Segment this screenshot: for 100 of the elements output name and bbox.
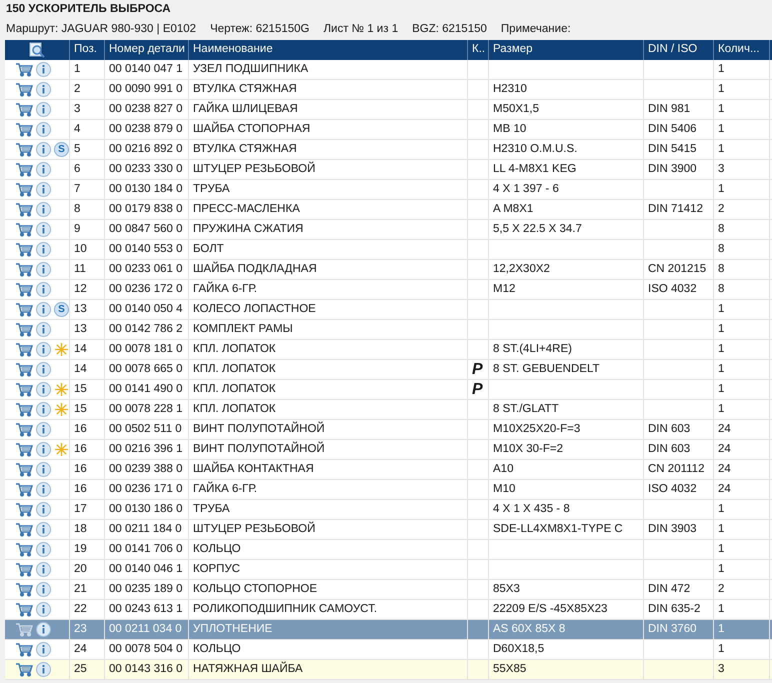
info-icon[interactable] (36, 642, 51, 657)
table-row[interactable]: 16 00 0216 396 1 ВИНТ ПОЛУПОТАЙНОЙ M10X 30-F=2 DIN 603 24 (5, 440, 772, 460)
cart-icon[interactable] (15, 662, 33, 677)
table-row[interactable]: 15 00 0078 228 1 КПЛ. ЛОПАТОК 8 ST./GLATT 1 (5, 400, 772, 420)
cart-icon[interactable] (15, 202, 33, 217)
cart-icon[interactable] (15, 82, 33, 97)
cart-icon[interactable] (15, 382, 33, 397)
cart-icon[interactable] (15, 362, 33, 377)
info-icon[interactable] (36, 562, 51, 577)
info-icon[interactable] (36, 242, 51, 257)
cart-icon[interactable] (15, 282, 33, 297)
cart-icon[interactable] (15, 222, 33, 237)
info-icon[interactable] (36, 582, 51, 597)
info-icon[interactable] (36, 502, 51, 517)
info-icon[interactable] (36, 142, 51, 157)
cart-icon[interactable] (15, 582, 33, 597)
table-row[interactable]: 14 00 0078 665 0 КПЛ. ЛОПАТОК P 8 ST. GEBUENDELT 1 (5, 360, 772, 380)
table-row[interactable]: 9 00 0847 560 0 ПРУЖИНА СЖАТИЯ 5,5 X 22.5 X 34.7 8 (5, 220, 772, 240)
cart-icon[interactable] (15, 502, 33, 517)
cart-icon[interactable] (15, 422, 33, 437)
info-icon[interactable] (36, 162, 51, 177)
info-icon[interactable] (36, 182, 51, 197)
info-icon[interactable] (36, 342, 51, 357)
info-icon[interactable] (36, 662, 51, 677)
table-row[interactable]: 20 00 0140 046 1 КОРПУС 1 (5, 560, 772, 580)
s-badge[interactable]: S (54, 142, 69, 157)
table-row[interactable]: 21 00 0235 189 0 КОЛЬЦО СТОПОРНОЕ 85X3 DIN 472 2 (5, 580, 772, 600)
table-row[interactable]: 3 00 0238 827 0 ГАЙКА ШЛИЦЕВАЯ M50X1,5 DIN 981 1 (5, 100, 772, 120)
cart-icon[interactable] (15, 242, 33, 257)
info-icon[interactable] (36, 282, 51, 297)
table-row[interactable]: 18 00 0211 184 0 ШТУЦЕР РЕЗЬБОВОЙ SDE-LL4XM8X1-TYPE C DIN 3903 1 (5, 520, 772, 540)
table-row[interactable]: 1 00 0140 047 1 УЗЕЛ ПОДШИПНИКА 1 (5, 60, 772, 80)
table-row[interactable]: 6 00 0233 330 0 ШТУЦЕР РЕЗЬБОВОЙ LL 4-M8X1 KEG DIN 3900 3 (5, 160, 772, 180)
table-cell-text: КОЛЬЦО СТОПОРНОЕ (193, 582, 318, 597)
info-icon[interactable] (36, 262, 51, 277)
table-row[interactable]: 16 00 0502 511 0 ВИНТ ПОЛУПОТАЙНОЙ M10X25X20-F=3 DIN 603 24 (5, 420, 772, 440)
table-row[interactable]: S 5 00 0216 892 0 ВТУЛКА СТЯЖНАЯ H2310 O.M.U.S. DIN 5415 1 (5, 140, 772, 160)
cart-icon[interactable] (15, 142, 33, 157)
info-icon[interactable] (36, 102, 51, 117)
cart-icon[interactable] (15, 642, 33, 657)
table-row[interactable]: 13 00 0142 786 2 КОМПЛЕКТ РАМЫ 1 (5, 320, 772, 340)
cart-icon[interactable] (15, 602, 33, 617)
cart-icon[interactable] (15, 402, 33, 417)
table-row[interactable]: 2 00 0090 991 0 ВТУЛКА СТЯЖНАЯ H2310 1 (5, 80, 772, 100)
table-row[interactable]: 25 00 0143 316 0 НАТЯЖНАЯ ШАЙБА 55X85 3 (5, 660, 772, 680)
info-icon[interactable] (36, 422, 51, 437)
info-icon[interactable] (36, 62, 51, 77)
info-icon[interactable] (36, 82, 51, 97)
cart-icon[interactable] (15, 442, 33, 457)
cart-icon[interactable] (15, 262, 33, 277)
table-row[interactable]: 15 00 0141 490 0 КПЛ. ЛОПАТОК P 1 (5, 380, 772, 400)
s-badge[interactable]: S (54, 302, 69, 317)
info-icon[interactable] (36, 622, 51, 637)
info-icon[interactable] (36, 542, 51, 557)
info-icon[interactable] (36, 442, 51, 457)
info-icon[interactable] (36, 402, 51, 417)
table-row[interactable]: 17 00 0130 186 0 ТРУБА 4 X 1 X 435 - 8 1 (5, 500, 772, 520)
table-row[interactable]: 16 00 0239 388 0 ШАЙБА КОНТАКТНАЯ A10 CN 201112 24 (5, 460, 772, 480)
info-icon[interactable] (36, 222, 51, 237)
info-icon[interactable] (36, 462, 51, 477)
table-row[interactable]: 19 00 0141 706 0 КОЛЬЦО 1 (5, 540, 772, 560)
table-cell-text: 1 (718, 102, 724, 117)
info-icon[interactable] (36, 122, 51, 137)
info-icon[interactable] (36, 202, 51, 217)
cart-icon[interactable] (15, 162, 33, 177)
cart-icon[interactable] (15, 122, 33, 137)
table-row[interactable]: 16 00 0236 171 0 ГАЙКА 6-ГР. M10 ISO 4032 24 (5, 480, 772, 500)
cart-icon[interactable] (15, 462, 33, 477)
table-row[interactable]: 22 00 0243 613 1 РОЛИКОПОДШИПНИК САМОУСТ. 22209 E/S -45X85X23 DIN 635-2 1 (5, 600, 772, 620)
info-icon[interactable] (36, 522, 51, 537)
cart-icon[interactable] (15, 562, 33, 577)
search-icon[interactable] (29, 42, 45, 58)
table-row[interactable]: 24 00 0078 504 0 КОЛЬЦО D60X18,5 1 (5, 640, 772, 660)
info-icon[interactable] (36, 602, 51, 617)
cart-icon[interactable] (15, 542, 33, 557)
info-icon[interactable] (36, 482, 51, 497)
table-row[interactable]: 12 00 0236 172 0 ГАЙКА 6-ГР. M12 ISO 4032 8 (5, 280, 772, 300)
table-row[interactable]: 11 00 0233 061 0 ШАЙБА ПОДКЛАДНАЯ 12,2X30X2 CN 201215 8 (5, 260, 772, 280)
cart-icon[interactable] (15, 342, 33, 357)
table-cell-text: 14 (74, 362, 87, 377)
info-icon[interactable] (36, 382, 51, 397)
table-cell-text: 00 0243 613 1 (109, 602, 183, 617)
info-icon[interactable] (36, 322, 51, 337)
cart-icon[interactable] (15, 322, 33, 337)
table-row[interactable]: 7 00 0130 184 0 ТРУБА 4 X 1 397 - 6 1 (5, 180, 772, 200)
table-row[interactable]: 10 00 0140 553 0 БОЛТ 8 (5, 240, 772, 260)
info-icon[interactable] (36, 362, 51, 377)
table-row[interactable]: 14 00 0078 181 0 КПЛ. ЛОПАТОК 8 ST.(4LI+4RE) 1 (5, 340, 772, 360)
cart-icon[interactable] (15, 62, 33, 77)
cart-icon[interactable] (15, 182, 33, 197)
table-row[interactable]: 8 00 0179 838 0 ПРЕСС-МАСЛЕНКА A M8X1 DIN 71412 2 (5, 200, 772, 220)
cart-icon[interactable] (15, 102, 33, 117)
table-cell-text: 00 0235 189 0 (109, 582, 183, 597)
info-icon[interactable] (36, 302, 51, 317)
table-row[interactable]: 4 00 0238 879 0 ШАЙБА СТОПОРНАЯ MB 10 DIN 5406 1 (5, 120, 772, 140)
cart-icon[interactable] (15, 522, 33, 537)
table-row[interactable]: S 13 00 0140 050 4 КОЛЕСО ЛОПАСТНОЕ 1 (5, 300, 772, 320)
cart-icon[interactable] (15, 482, 33, 497)
table-cell-text: 1 (718, 362, 724, 377)
cart-icon[interactable] (15, 302, 33, 317)
